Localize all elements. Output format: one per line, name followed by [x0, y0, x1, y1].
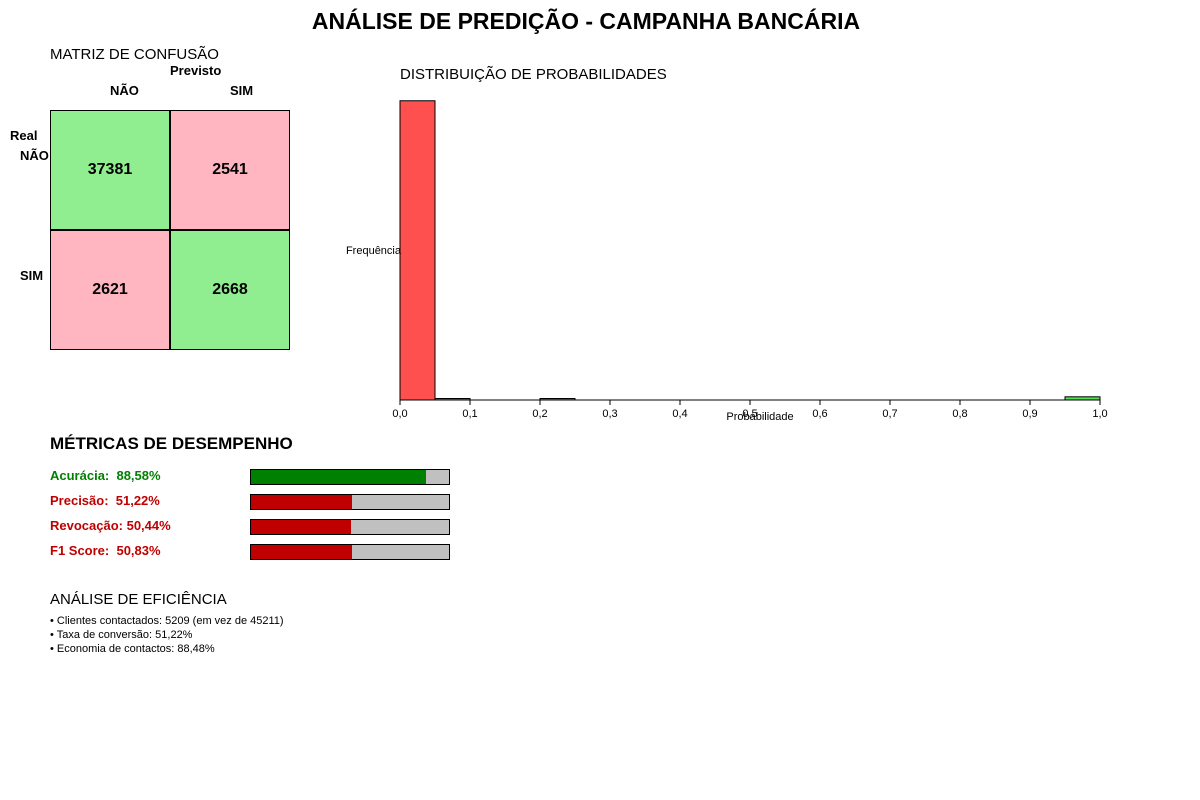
metric-bar-track: [250, 519, 450, 535]
x-tick-label: 0,4: [672, 408, 687, 420]
page-title: ANÁLISE DE PREDIÇÃO - CAMPANHA BANCÁRIA: [311, 8, 861, 34]
x-tick-label: 0,1: [462, 408, 477, 420]
metric-label: Acurácia: 88,58%: [50, 468, 161, 483]
x-tick-label: 0,8: [952, 408, 967, 420]
predicted-axis-label: Previsto: [170, 63, 222, 78]
efficiency-line-conversion: • Taxa de conversão: 51,22%: [50, 629, 193, 641]
y-axis-label: Frequência: [346, 245, 402, 257]
x-tick-label: 1,0: [1092, 408, 1107, 420]
efficiency-line-savings: • Economia de contactos: 88,48%: [50, 643, 215, 655]
histogram-bar: [399, 100, 436, 401]
confusion-matrix-title: MATRIZ DE CONFUSÃO: [50, 46, 219, 63]
x-tick-label: 0,6: [812, 408, 827, 420]
metric-label: Precisão: 51,22%: [50, 493, 160, 508]
metric-bar-track: [250, 469, 450, 485]
metric-label: F1 Score: 50,83%: [50, 543, 161, 558]
metric-label: Revocação: 50,44%: [50, 518, 171, 533]
x-tick-label: 0,3: [602, 408, 617, 420]
metric-bar-fill: [251, 470, 427, 484]
metric-bar-fill: [251, 545, 352, 559]
predicted-col-label-no: NÃO: [110, 83, 139, 98]
real-axis-label: Real: [10, 128, 38, 143]
efficiency-title: ANÁLISE DE EFICIÊNCIA: [50, 591, 227, 608]
metric-bar-track: [250, 494, 450, 510]
x-tick-label: 0,9: [1022, 408, 1037, 420]
x-axis-label: Probabilidade: [726, 411, 793, 423]
efficiency-line-contacted: • Clientes contactados: 5209 (em vez de …: [50, 615, 284, 627]
real-row-label-yes: SIM: [20, 268, 44, 283]
cell-true-positive: 2668: [170, 230, 290, 350]
real-row-label-no: NÃO: [20, 148, 49, 163]
cell-false-negative: 2621: [50, 230, 170, 350]
metric-bar-fill: [251, 495, 353, 509]
histogram-title: DISTRIBUIÇÃO DE PROBABILIDADES: [400, 66, 667, 83]
metric-bar-fill: [251, 520, 351, 534]
cell-false-positive: 2541: [170, 110, 290, 230]
metric-bar-track: [250, 544, 450, 560]
histogram-chart: 0,0 0,1 0,2 0,3 0,4 0,5 0,6 0,7 0,8 0,9 1,0Frequên…: [346, 100, 1108, 423]
x-tick-label: 0,2: [532, 408, 547, 420]
cell-true-negative: 37381: [50, 110, 170, 230]
predicted-col-label-yes: SIM: [230, 83, 254, 98]
x-tick-label: 0,0: [392, 408, 407, 420]
x-tick-label: 0,7: [882, 408, 897, 420]
metrics-title: MÉTRICAS DE DESEMPENHO: [50, 434, 293, 453]
